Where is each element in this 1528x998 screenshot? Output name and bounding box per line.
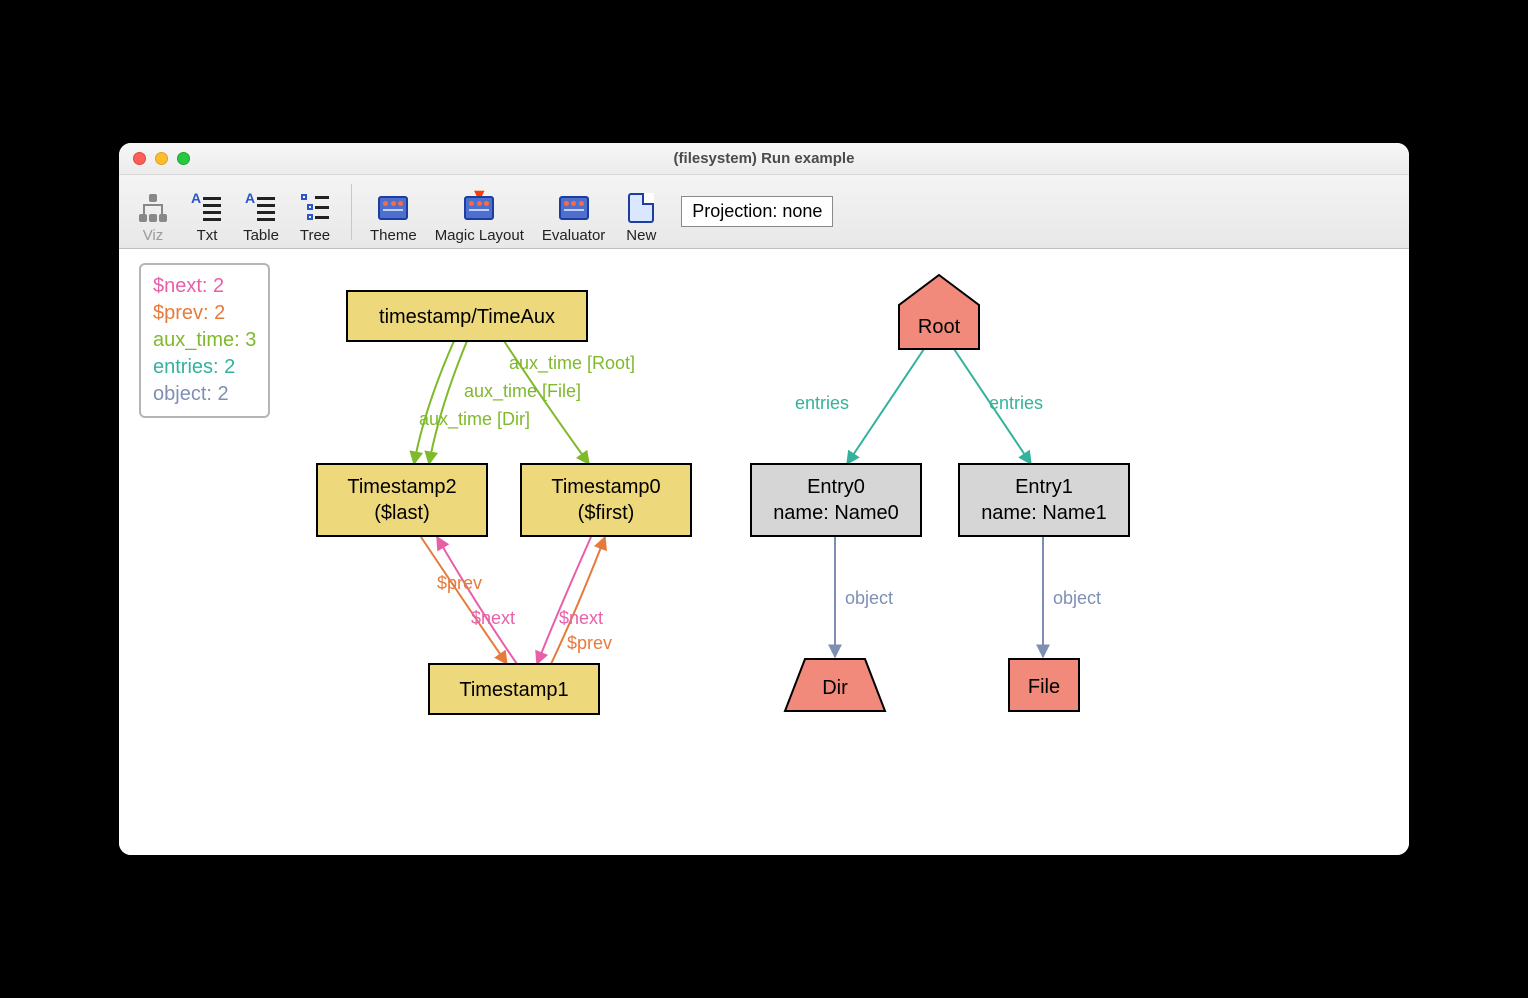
edge-prev-label-1: $prev (437, 573, 482, 593)
node-entry0-l1: Entry0 (807, 476, 865, 498)
edge-entries-label-1: entries (795, 393, 849, 413)
theme-icon (378, 196, 408, 220)
node-entry1-l2: name: Name1 (981, 502, 1107, 524)
zoom-icon[interactable] (177, 152, 190, 165)
viz-button[interactable]: Viz (129, 180, 177, 244)
evaluator-button[interactable]: Evaluator (536, 180, 611, 244)
edge-entries-left (847, 349, 924, 464)
minimize-icon[interactable] (155, 152, 168, 165)
node-entry1-l1: Entry1 (1015, 476, 1073, 498)
edge-aux-root-label: aux_time [Root] (509, 353, 635, 374)
document-icon (628, 193, 654, 223)
node-entry1[interactable] (959, 464, 1129, 536)
txt-button[interactable]: Txt (183, 180, 231, 244)
magic-label: Magic Layout (435, 227, 524, 244)
magic-icon (464, 196, 494, 220)
theme-label: Theme (370, 227, 417, 244)
magic-layout-button[interactable]: ▼ Magic Layout (429, 180, 530, 244)
edge-aux-dir (414, 341, 454, 464)
window-controls (133, 152, 190, 165)
new-label: New (626, 227, 656, 244)
new-button[interactable]: New (617, 180, 665, 244)
tree-label: Tree (300, 227, 330, 244)
toolbar-separator (351, 184, 352, 240)
projection-selector[interactable]: Projection: none (681, 196, 833, 227)
edge-aux-file-label: aux_time [File] (464, 381, 581, 402)
node-ts0-l2: ($first) (578, 502, 635, 524)
table-button[interactable]: Table (237, 180, 285, 244)
evaluator-label: Evaluator (542, 227, 605, 244)
tree-button[interactable]: Tree (291, 180, 339, 244)
window-title: (filesystem) Run example (119, 150, 1409, 167)
close-icon[interactable] (133, 152, 146, 165)
node-ts2-l2: ($last) (374, 502, 430, 524)
edge-aux-dir-label: aux_time [Dir] (419, 409, 530, 430)
projection-label: Projection: none (692, 201, 822, 221)
node-ts2-l1: Timestamp2 (347, 476, 456, 498)
edge-aux-file (429, 341, 467, 464)
txt-label: Txt (197, 227, 218, 244)
edge-next-label-2: $next (559, 608, 603, 628)
node-ts0[interactable] (521, 464, 691, 536)
node-timeaux-label: timestamp/TimeAux (379, 306, 555, 328)
edge-ts1-next-ts2 (437, 537, 517, 664)
evaluator-icon (559, 196, 589, 220)
edge-next-label-1: $next (471, 608, 515, 628)
node-entry0-l2: name: Name0 (773, 502, 899, 524)
node-file-label: File (1028, 676, 1060, 698)
titlebar: (filesystem) Run example (119, 143, 1409, 175)
node-ts1-label: Timestamp1 (459, 679, 568, 701)
edge-ts2-prev (421, 537, 507, 664)
text-icon (193, 194, 221, 222)
node-dir-label: Dir (822, 677, 848, 699)
table-label: Table (243, 227, 279, 244)
node-root-label: Root (918, 316, 961, 338)
node-ts0-l1: Timestamp0 (551, 476, 660, 498)
edge-prev-label-2: $prev (567, 633, 612, 653)
tree-icon (301, 194, 329, 222)
node-ts2[interactable] (317, 464, 487, 536)
viz-icon (139, 194, 167, 222)
table-icon (247, 194, 275, 222)
diagram-svg: aux_time [Root] aux_time [File] aux_time… (119, 249, 1409, 855)
diagram-canvas[interactable]: $next: 2 $prev: 2 aux_time: 3 entries: 2… (119, 249, 1409, 855)
edge-entries-label-2: entries (989, 393, 1043, 413)
edge-object-label-2: object (1053, 588, 1101, 608)
node-entry0[interactable] (751, 464, 921, 536)
theme-button[interactable]: Theme (364, 180, 423, 244)
viz-label: Viz (143, 227, 164, 244)
app-window: (filesystem) Run example Viz Txt Table T… (119, 143, 1409, 855)
edge-object-label-1: object (845, 588, 893, 608)
toolbar: Viz Txt Table Tree Theme ▼ Magic Layout (119, 175, 1409, 249)
